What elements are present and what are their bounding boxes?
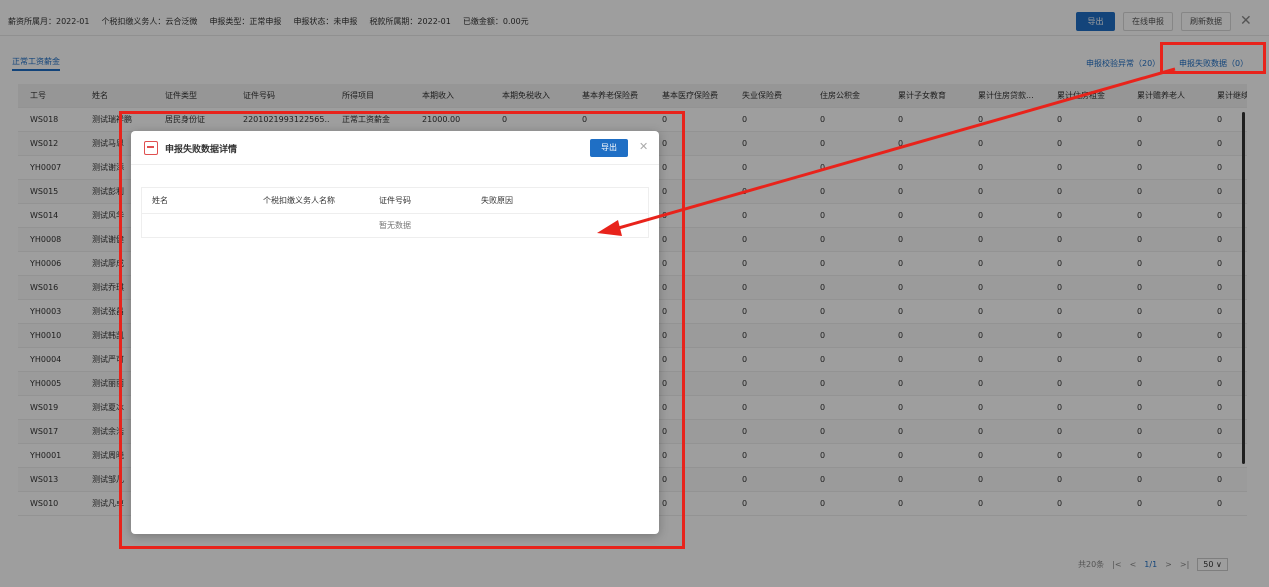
annotation-box-modal <box>119 111 685 549</box>
annotation-box-failed-link <box>1160 42 1266 74</box>
